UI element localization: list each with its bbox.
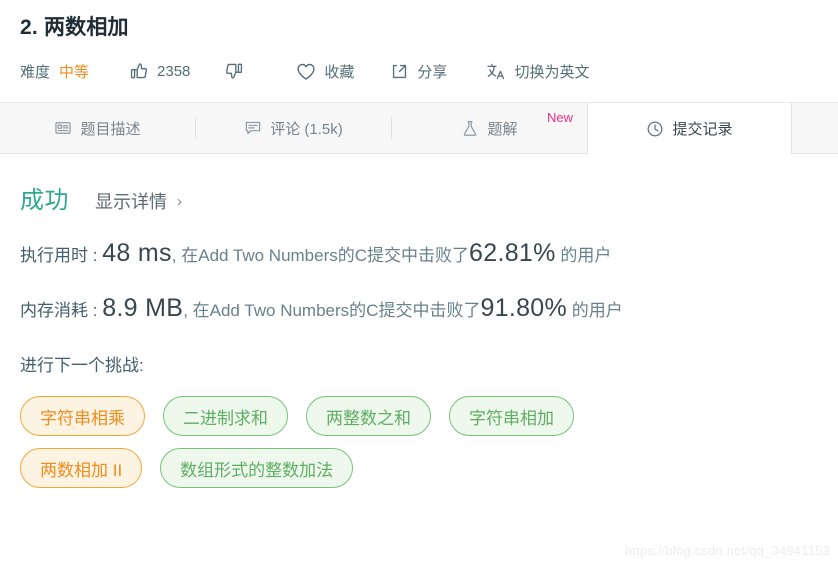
challenge-pill[interactable]: 字符串相乘 — [20, 396, 145, 436]
like-button[interactable]: 2358 — [129, 61, 190, 81]
like-count: 2358 — [157, 62, 191, 80]
tab-solutions[interactable]: 题解 New — [392, 103, 587, 153]
submission-result-panel: 成功 显示详情 › 执行用时 : 48 ms, 在Add Two Numbers… — [0, 154, 838, 488]
watermark: https://blog.csdn.net/qq_34941153 — [624, 543, 830, 558]
translate-button[interactable]: 切换为英文 — [485, 61, 589, 82]
thumbs-down-icon — [224, 61, 244, 81]
runtime-value: 48 ms — [102, 239, 172, 267]
problem-meta-row: 难度 中等 2358 收藏 分享 切换为英文 — [20, 56, 818, 86]
page-title: 2. 两数相加 — [20, 16, 129, 39]
memory-percentile: 91.80% — [480, 294, 568, 322]
share-button[interactable]: 分享 — [390, 61, 447, 82]
tab-bar-filler — [792, 103, 838, 153]
description-icon — [54, 119, 72, 137]
challenge-pill[interactable]: 两数相加 II — [20, 448, 143, 488]
heart-icon — [296, 62, 316, 81]
thumbs-up-icon — [129, 61, 149, 81]
challenge-pill[interactable]: 字符串相加 — [449, 396, 574, 436]
show-details-label: 显示详情 — [95, 192, 167, 212]
next-challenge-list: 字符串相乘 二进制求和 两整数之和 字符串相加 两数相加 II 数组形式的整数加… — [20, 396, 818, 488]
favorite-label: 收藏 — [324, 63, 355, 81]
comment-icon — [244, 119, 262, 137]
runtime-middle-text: , 在Add Two Numbers的C提交中击败了 — [171, 246, 470, 265]
memory-tail-text: 的用户 — [567, 301, 623, 320]
translate-label: 切换为英文 — [514, 63, 590, 81]
tab-solutions-new-badge: New — [546, 110, 573, 125]
memory-middle-text: , 在Add Two Numbers的C提交中击败了 — [183, 301, 481, 320]
memory-value: 8.9 MB — [102, 294, 184, 322]
memory-label: 内存消耗 : — [20, 301, 98, 320]
tab-comments-label: 评论 (1.5k) — [270, 120, 343, 138]
runtime-label: 执行用时 : — [20, 246, 98, 265]
runtime-tail-text: 的用户 — [555, 246, 612, 265]
memory-stat: 内存消耗 : 8.9 MB, 在Add Two Numbers的C提交中击败了9… — [20, 296, 818, 321]
challenge-pill[interactable]: 二进制求和 — [163, 396, 288, 436]
challenge-pill[interactable]: 两整数之和 — [306, 396, 431, 436]
tab-description[interactable]: 题目描述 — [0, 103, 195, 153]
dislike-button[interactable] — [224, 61, 252, 81]
runtime-stat: 执行用时 : 48 ms, 在Add Two Numbers的C提交中击败了62… — [20, 241, 818, 266]
translate-icon — [485, 61, 506, 81]
difficulty-value: 中等 — [59, 63, 90, 81]
difficulty-label: 难度 — [20, 63, 51, 81]
challenge-row: 两数相加 II 数组形式的整数加法 — [20, 448, 818, 488]
problem-header: 2. 两数相加 难度 中等 2358 收藏 分享 切换为英文 — [0, 0, 838, 86]
tab-description-label: 题目描述 — [80, 120, 141, 138]
share-label: 分享 — [417, 63, 448, 81]
tab-submissions[interactable]: 提交记录 — [587, 103, 792, 154]
show-details-link[interactable]: 显示详情 › — [95, 188, 182, 214]
tab-comments[interactable]: 评论 (1.5k) — [196, 103, 391, 153]
tab-submissions-label: 提交记录 — [672, 121, 733, 138]
favorite-button[interactable]: 收藏 — [296, 61, 354, 82]
flask-icon — [461, 119, 479, 138]
challenge-pill[interactable]: 数组形式的整数加法 — [160, 448, 354, 488]
challenge-row: 字符串相乘 二进制求和 两整数之和 字符串相加 — [20, 396, 818, 436]
status-row: 成功 显示详情 › — [20, 180, 818, 215]
tab-solutions-label: 题解 — [487, 120, 518, 138]
share-icon — [390, 62, 409, 81]
status-badge: 成功 — [20, 187, 69, 214]
runtime-percentile: 62.81% — [469, 239, 556, 267]
difficulty-group: 难度 中等 — [20, 61, 89, 82]
next-challenge-label: 进行下一个挑战: — [20, 356, 144, 375]
chevron-right-icon: › — [177, 192, 182, 210]
tab-bar: 题目描述 评论 (1.5k) 题解 New 提交记录 — [0, 102, 838, 154]
clock-icon — [646, 120, 664, 138]
